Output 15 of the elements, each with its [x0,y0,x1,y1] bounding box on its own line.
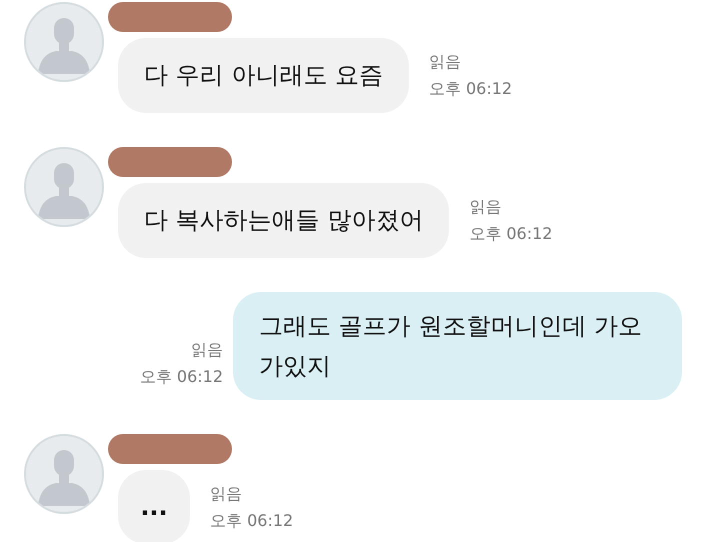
message-bubble: 다 복사하는애들 많아졌어 [118,183,450,258]
message-time: 오후 06:12 [428,79,512,100]
avatar-icon [24,147,104,227]
message-bubble: ... [118,470,190,542]
read-receipt: 읽음 [428,52,462,73]
message-time: 오후 06:12 [469,224,552,245]
read-receipt: 읽음 [191,340,223,361]
message-bubble: 그래도 골프가 원조할머니인데 가오가있지 [233,292,682,400]
read-receipt: 읽음 [469,197,502,218]
message-time: 오후 06:12 [140,367,223,388]
message-time: 오후 06:12 [210,511,294,532]
message-bubble: 다 우리 아니래도 요즘 [118,38,409,113]
avatar-icon [24,2,104,82]
read-receipt: 읽음 [210,484,243,505]
avatar-icon [24,434,104,514]
